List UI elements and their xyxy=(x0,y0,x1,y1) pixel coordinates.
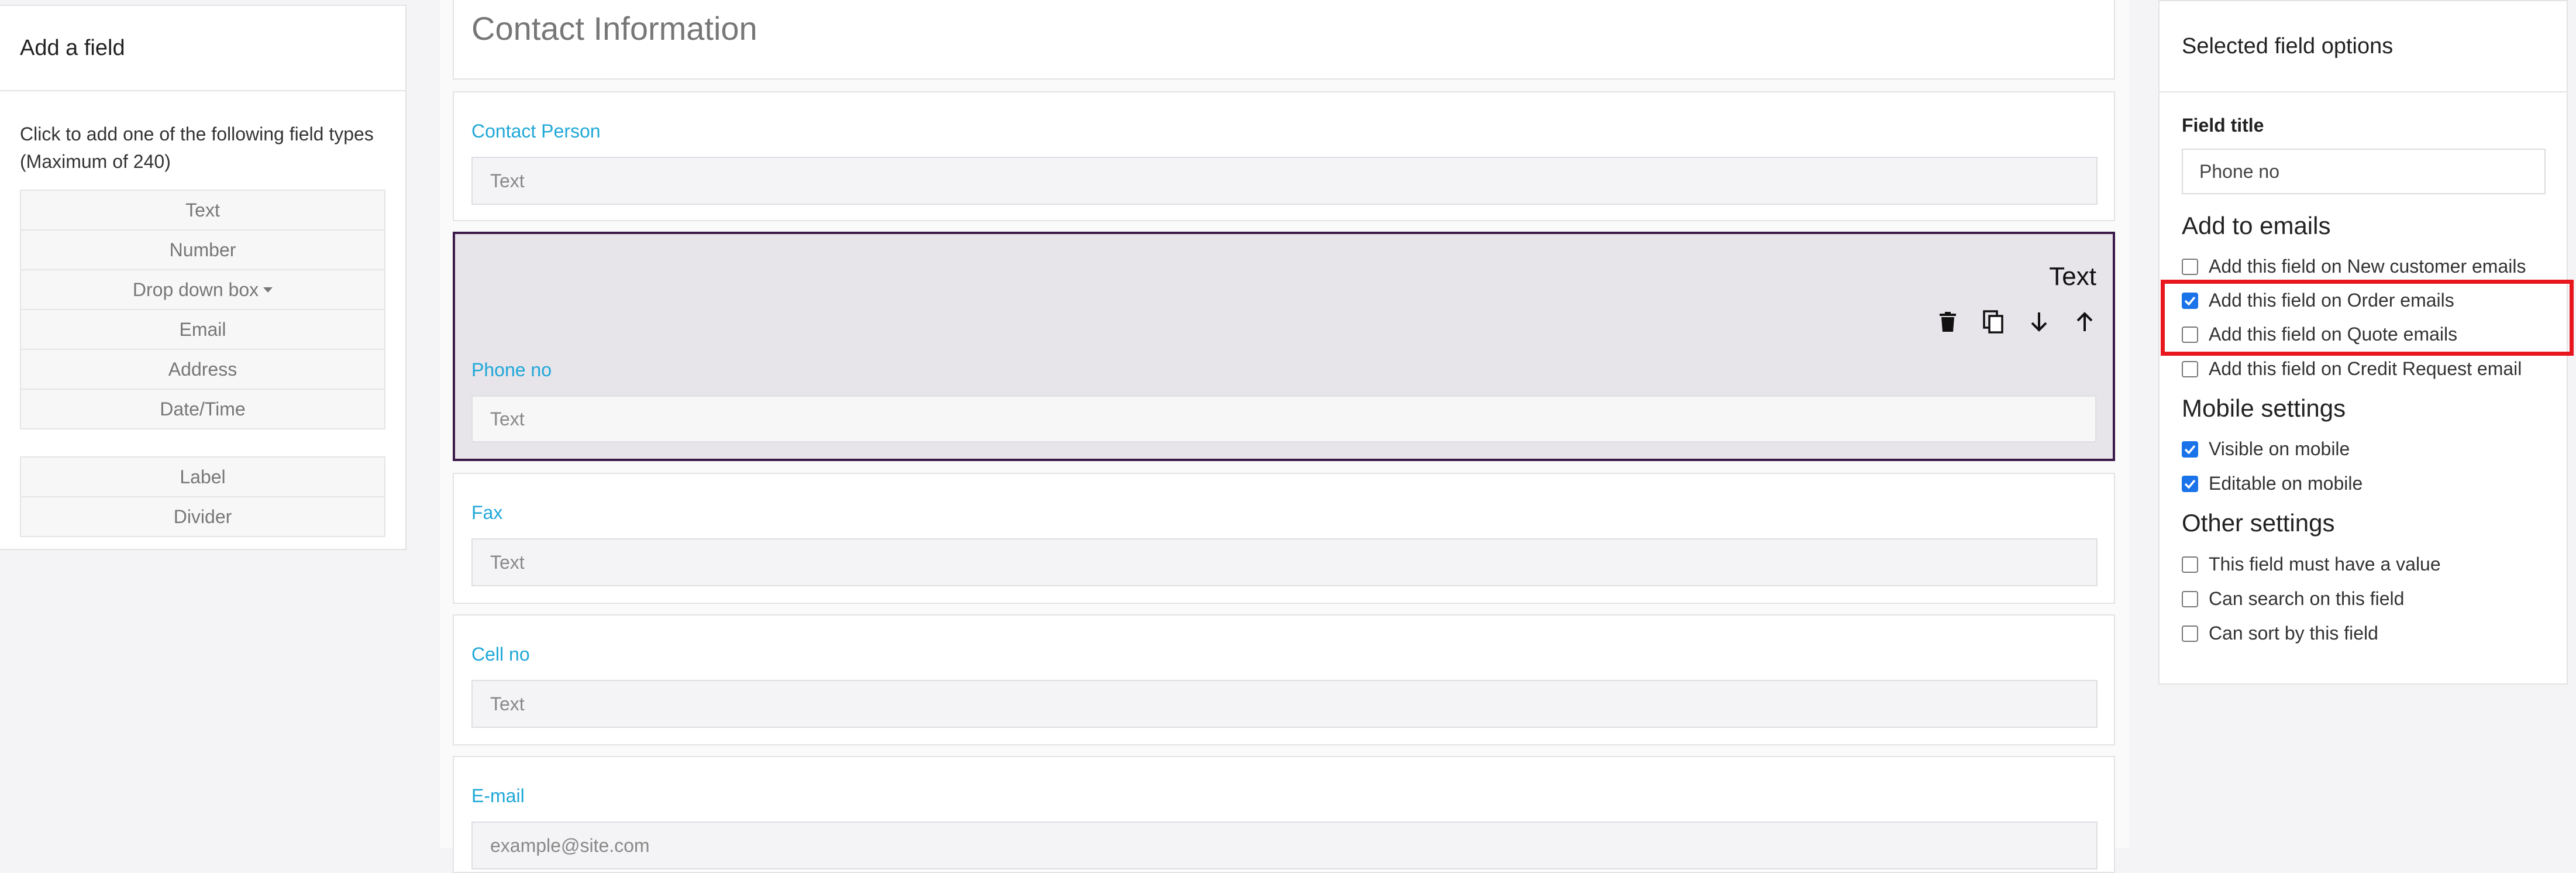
section-title: Contact Information xyxy=(471,10,757,47)
checkbox-must-have-value[interactable]: This field must have a value xyxy=(2182,554,2441,575)
checkbox-label: Editable on mobile xyxy=(2209,473,2363,494)
checkbox-checked[interactable] xyxy=(2182,441,2198,458)
field-type-badge: Text xyxy=(2049,262,2096,291)
checkbox-label: Visible on mobile xyxy=(2209,438,2350,459)
checkbox-checked[interactable] xyxy=(2182,475,2198,492)
emails-heading: Add to emails xyxy=(2182,212,2331,239)
checkbox-new-customer-emails[interactable]: Add this field on New customer emails xyxy=(2182,256,2526,277)
field-toolbar xyxy=(1935,309,2098,335)
checkbox-label: Can sort by this field xyxy=(2209,623,2378,644)
field-type-divider-button[interactable]: Divider xyxy=(21,497,384,536)
field-card-contact-person[interactable]: Contact Person Text xyxy=(453,91,2115,221)
add-field-panel: Add a field Click to add one of the foll… xyxy=(0,5,407,550)
add-field-intro: Click to add one of the following field … xyxy=(20,123,374,172)
field-label: Phone no xyxy=(471,359,552,380)
caret-down-icon xyxy=(263,287,273,293)
contact-person-input[interactable]: Text xyxy=(471,157,2098,205)
arrow-down-icon[interactable] xyxy=(2026,309,2052,335)
checkbox-label: Add this field on New customer emails xyxy=(2209,256,2526,277)
checkbox[interactable] xyxy=(2182,590,2198,607)
field-type-dropdown-button[interactable]: Drop down box xyxy=(21,270,384,310)
section-card[interactable]: Contact Information xyxy=(453,0,2115,80)
field-type-label-button[interactable]: Label xyxy=(21,458,384,497)
trash-icon[interactable] xyxy=(1935,309,1961,335)
field-label: Cell no xyxy=(471,644,530,665)
phone-no-input[interactable]: Text xyxy=(471,396,2096,442)
field-title-label: Field title xyxy=(2182,115,2264,136)
copy-icon[interactable] xyxy=(1981,309,2006,335)
email-input[interactable]: example@site.com xyxy=(471,822,2098,869)
field-label: Contact Person xyxy=(471,121,601,142)
checkbox-editable-on-mobile[interactable]: Editable on mobile xyxy=(2182,473,2363,494)
field-type-number-button[interactable]: Number xyxy=(21,231,384,270)
arrow-up-icon[interactable] xyxy=(2072,309,2098,335)
checkbox[interactable] xyxy=(2182,556,2198,573)
checkbox-label: Can search on this field xyxy=(2209,588,2405,609)
other-heading: Other settings xyxy=(2182,509,2335,537)
field-type-address-button[interactable]: Address xyxy=(21,350,384,390)
field-extra-list: Label Divider xyxy=(20,456,385,537)
fax-input[interactable]: Text xyxy=(471,538,2098,586)
field-card-cell-no[interactable]: Cell no Text xyxy=(453,614,2115,745)
field-type-dropdown-label: Drop down box xyxy=(132,279,259,300)
field-card-fax[interactable]: Fax Text xyxy=(453,473,2115,604)
field-type-email-button[interactable]: Email xyxy=(21,310,384,350)
field-type-datetime-button[interactable]: Date/Time xyxy=(21,390,384,428)
field-title-input[interactable]: Phone no xyxy=(2182,149,2546,194)
checkbox-credit-request-email[interactable]: Add this field on Credit Request email xyxy=(2182,358,2522,380)
options-title: Selected field options xyxy=(2160,1,2567,92)
field-label: Fax xyxy=(471,502,503,523)
field-type-text-button[interactable]: Text xyxy=(21,191,384,231)
checkbox[interactable] xyxy=(2182,258,2198,275)
field-label: E-mail xyxy=(471,785,525,806)
checkbox[interactable] xyxy=(2182,625,2198,642)
highlight-box xyxy=(2161,280,2574,356)
cell-no-input[interactable]: Text xyxy=(471,680,2098,728)
checkbox-label: Add this field on Credit Request email xyxy=(2209,358,2522,379)
checkbox-visible-on-mobile[interactable]: Visible on mobile xyxy=(2182,438,2350,460)
checkbox-can-search[interactable]: Can search on this field xyxy=(2182,588,2404,610)
checkbox-can-sort[interactable]: Can sort by this field xyxy=(2182,623,2378,644)
mobile-heading: Mobile settings xyxy=(2182,394,2346,422)
checkbox-label: This field must have a value xyxy=(2209,554,2441,575)
checkbox[interactable] xyxy=(2182,360,2198,377)
field-card-email[interactable]: E-mail example@site.com xyxy=(453,756,2115,873)
field-card-phone-no-selected[interactable]: Text Phone no Text xyxy=(453,232,2115,461)
add-field-title: Add a field xyxy=(0,6,405,91)
form-builder-canvas: Contact Information Contact Person Text … xyxy=(440,0,2129,873)
field-type-list: Text Number Drop down box Email Address … xyxy=(20,190,385,429)
